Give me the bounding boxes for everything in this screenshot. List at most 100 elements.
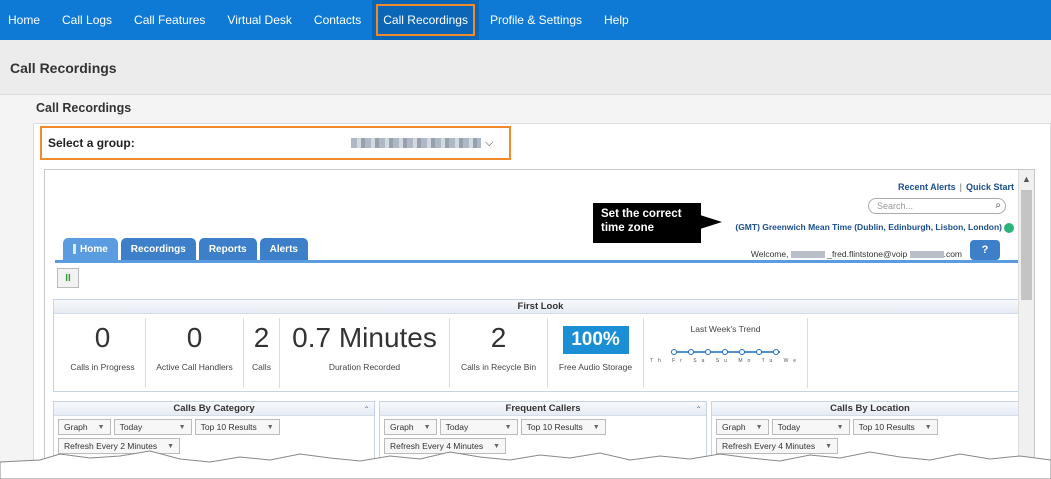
top-nav: Home Call Logs Call Features Virtual Des… bbox=[0, 0, 1051, 40]
stat-label: Duration Recorded bbox=[328, 362, 401, 372]
chevron-down-icon: ▼ bbox=[97, 423, 105, 431]
trend-title: Last Week's Trend bbox=[690, 324, 761, 334]
stat-free-audio-storage: 100% Free Audio Storage bbox=[548, 318, 644, 388]
welcome-email: _fred.flintstone@voip bbox=[827, 249, 908, 259]
quick-start-link[interactable]: Quick Start bbox=[966, 182, 1014, 192]
chevron-down-icon: ▼ bbox=[266, 423, 274, 431]
chevron-down-icon: ▼ bbox=[836, 423, 844, 431]
widget-title: Calls By Location bbox=[830, 403, 910, 414]
collapse-icon[interactable]: ⌃ bbox=[695, 403, 702, 416]
chevron-down-icon: ▼ bbox=[178, 423, 186, 431]
tab-recordings[interactable]: Recordings bbox=[120, 238, 196, 260]
scroll-up-icon[interactable]: ▲ bbox=[1022, 174, 1031, 184]
stat-calls-in-recycle-bin: 2 Calls in Recycle Bin bbox=[450, 318, 548, 388]
vertical-scrollbar[interactable]: ▲ bbox=[1018, 170, 1034, 479]
nav-call-recordings[interactable]: Call Recordings bbox=[372, 0, 479, 40]
nav-virtual-desk[interactable]: Virtual Desk bbox=[216, 0, 302, 40]
view-value: Graph bbox=[722, 422, 746, 432]
torn-edge bbox=[0, 450, 1051, 479]
limit-value: Top 10 Results bbox=[200, 422, 257, 432]
tab-underline bbox=[55, 260, 1018, 263]
search-placeholder: Search... bbox=[877, 201, 914, 211]
first-look-panel: First Look ⌃ 0 Calls in Progress 0 Activ… bbox=[53, 299, 1028, 392]
limit-select[interactable]: Top 10 Results ▼ bbox=[194, 419, 280, 435]
period-value: Today bbox=[119, 422, 143, 432]
limit-select[interactable]: Top 10 Results ▼ bbox=[520, 419, 606, 435]
chevron-down-icon: ▼ bbox=[592, 423, 600, 431]
stat-label: Calls in Progress bbox=[70, 362, 135, 372]
recording-app-frame: Recent Alerts | Quick Start Search... ⌕ (G… bbox=[44, 169, 1035, 479]
tab-reports[interactable]: Reports bbox=[198, 238, 257, 260]
period-select[interactable]: Today ▼ bbox=[113, 419, 192, 435]
stat-active-call-handlers: 0 Active Call Handlers bbox=[146, 318, 244, 388]
welcome-text: Welcome, _fred.flintstone@voip .com bbox=[751, 249, 962, 259]
period-select[interactable]: Today ▼ bbox=[771, 419, 850, 435]
view-select[interactable]: Graph ▼ bbox=[58, 419, 111, 435]
group-selector: Select a group: ⌵ bbox=[40, 126, 511, 160]
clock-icon bbox=[1004, 222, 1014, 233]
view-select[interactable]: Graph ▼ bbox=[716, 419, 769, 435]
redacted-group-name bbox=[351, 138, 481, 148]
nav-home[interactable]: Home bbox=[0, 0, 51, 40]
nav-profile-settings[interactable]: Profile & Settings bbox=[479, 0, 593, 40]
stat-calls-in-progress: 0 Calls in Progress bbox=[60, 318, 146, 388]
trend-day: Tu bbox=[761, 358, 778, 364]
stat-label: Free Audio Storage bbox=[558, 362, 633, 372]
chevron-down-icon: ▼ bbox=[504, 423, 512, 431]
stat-value: 0.7 Minutes bbox=[292, 322, 437, 353]
stat-value: 0 bbox=[186, 322, 203, 353]
storage-badge: 100% bbox=[562, 326, 629, 354]
tab-home[interactable]: Home bbox=[63, 238, 118, 260]
stat-duration-recorded: 0.7 Minutes Duration Recorded bbox=[280, 318, 450, 388]
search-icon[interactable]: ⌕ bbox=[995, 200, 1001, 211]
trend-day: Th bbox=[649, 358, 666, 364]
tab-alerts[interactable]: Alerts bbox=[259, 238, 308, 260]
view-value: Graph bbox=[64, 422, 88, 432]
widget-title: Frequent Callers bbox=[505, 403, 581, 414]
view-select[interactable]: Graph ▼ bbox=[384, 419, 437, 435]
home-icon bbox=[73, 244, 76, 254]
widget-title: Calls By Category bbox=[173, 403, 255, 414]
redacted-domain bbox=[909, 251, 944, 259]
group-select[interactable]: ⌵ bbox=[347, 133, 503, 153]
first-look-stats: 0 Calls in Progress 0 Active Call Handle… bbox=[60, 318, 808, 388]
section-title: Call Recordings bbox=[36, 101, 132, 115]
app-tabs: Home Recordings Reports Alerts bbox=[63, 238, 311, 260]
chevron-down-icon: ▼ bbox=[755, 423, 763, 431]
chevron-down-icon: ▼ bbox=[924, 423, 932, 431]
first-look-title: First Look bbox=[54, 300, 1027, 314]
scrollbar-thumb[interactable] bbox=[1021, 190, 1032, 300]
tab-home-label: Home bbox=[80, 243, 108, 255]
stat-label: Active Call Handlers bbox=[156, 362, 233, 372]
search-input[interactable]: Search... ⌕ bbox=[868, 198, 1006, 214]
nav-call-logs[interactable]: Call Logs bbox=[51, 0, 123, 40]
recent-alerts-link[interactable]: Recent Alerts bbox=[898, 182, 956, 192]
period-value: Today bbox=[445, 422, 469, 432]
nav-call-features[interactable]: Call Features bbox=[123, 0, 216, 40]
limit-select[interactable]: Top 10 Results ▼ bbox=[852, 419, 938, 435]
nav-contacts[interactable]: Contacts bbox=[303, 0, 372, 40]
timezone-text: (GMT) Greenwich Mean Time (Dublin, Edinb… bbox=[735, 222, 1002, 232]
redacted-name bbox=[790, 251, 825, 259]
trend-day: We bbox=[783, 358, 802, 364]
limit-value: Top 10 Results bbox=[858, 422, 915, 432]
collapse-icon[interactable]: ⌃ bbox=[363, 403, 370, 416]
timezone-callout: Set the correct time zone bbox=[593, 203, 701, 243]
period-select[interactable]: Today ▼ bbox=[439, 419, 518, 435]
chevron-down-icon: ▼ bbox=[423, 423, 431, 431]
help-icon[interactable]: ? bbox=[970, 240, 1000, 260]
trend-day: Sa bbox=[693, 358, 710, 364]
pause-icon[interactable]: II bbox=[57, 268, 79, 288]
limit-value: Top 10 Results bbox=[526, 422, 583, 432]
callout-pointer bbox=[700, 215, 722, 229]
stat-value: 0 bbox=[94, 322, 111, 353]
link-separator: | bbox=[959, 182, 962, 192]
stat-value: 2 bbox=[490, 322, 507, 353]
stat-calls: 2 Calls bbox=[244, 318, 280, 388]
nav-help[interactable]: Help bbox=[593, 0, 640, 40]
trend-sparkline bbox=[670, 349, 780, 355]
timezone-link[interactable]: (GMT) Greenwich Mean Time (Dublin, Edinb… bbox=[735, 222, 1014, 233]
period-value: Today bbox=[777, 422, 801, 432]
page-header: Call Recordings bbox=[0, 40, 1051, 95]
view-value: Graph bbox=[390, 422, 414, 432]
